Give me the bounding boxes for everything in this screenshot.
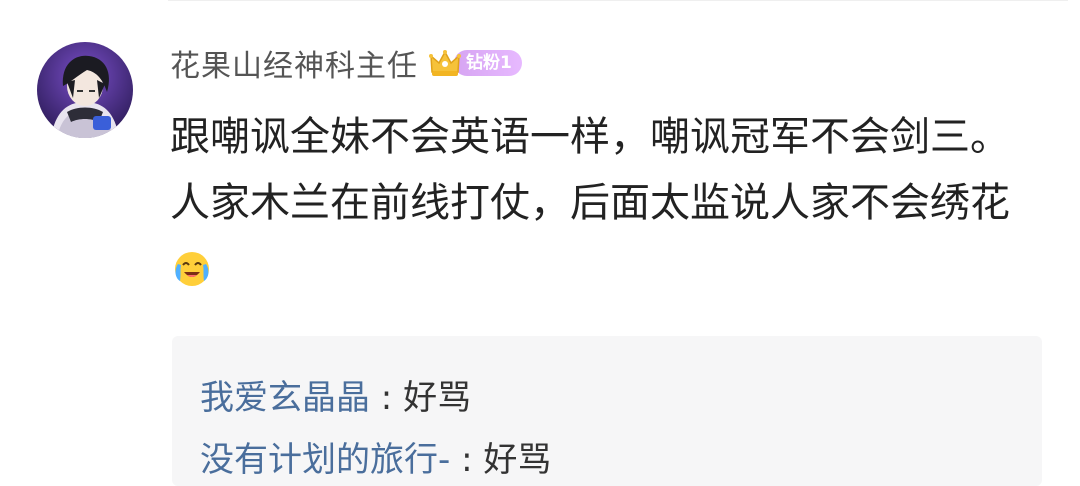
reply-item[interactable]: 我爱玄晶晶 : 好骂 — [200, 370, 471, 419]
comment-text-block: 跟嘲讽全妹不会英语一样，嘲讽冠军不会剑三。人家木兰在前线打仗，后面太监说人家不会… — [170, 104, 1040, 302]
badge-label: 钻粉1 — [454, 50, 522, 76]
reply-username[interactable]: 我爱玄晶晶 — [200, 378, 370, 418]
comment-text: 跟嘲讽全妹不会英语一样，嘲讽冠军不会剑三。人家木兰在前线打仗，后面太监说人家不会… — [170, 114, 1010, 226]
crying-laughing-face-icon — [175, 252, 209, 286]
crown-icon — [429, 50, 461, 76]
reply-text: 好骂 — [483, 440, 552, 480]
avatar-image — [37, 42, 133, 138]
fan-badge[interactable]: 钻粉1 — [428, 46, 522, 80]
reply-item[interactable]: 没有计划的旅行- : 好骂 — [200, 432, 551, 481]
username[interactable]: 花果山经神科主任 — [170, 41, 418, 85]
reply-username[interactable]: 没有计划的旅行- — [200, 440, 450, 480]
reply-separator: : — [370, 378, 404, 418]
reply-separator: : — [450, 440, 484, 480]
reply-text: 好骂 — [403, 378, 472, 418]
comment-header: 花果山经神科主任 钻粉1 — [170, 38, 522, 88]
reply-list: 我爱玄晶晶 : 好骂 没有计划的旅行- : 好骂 — [172, 336, 1042, 486]
avatar[interactable] — [37, 42, 133, 138]
top-divider — [168, 0, 1068, 1]
